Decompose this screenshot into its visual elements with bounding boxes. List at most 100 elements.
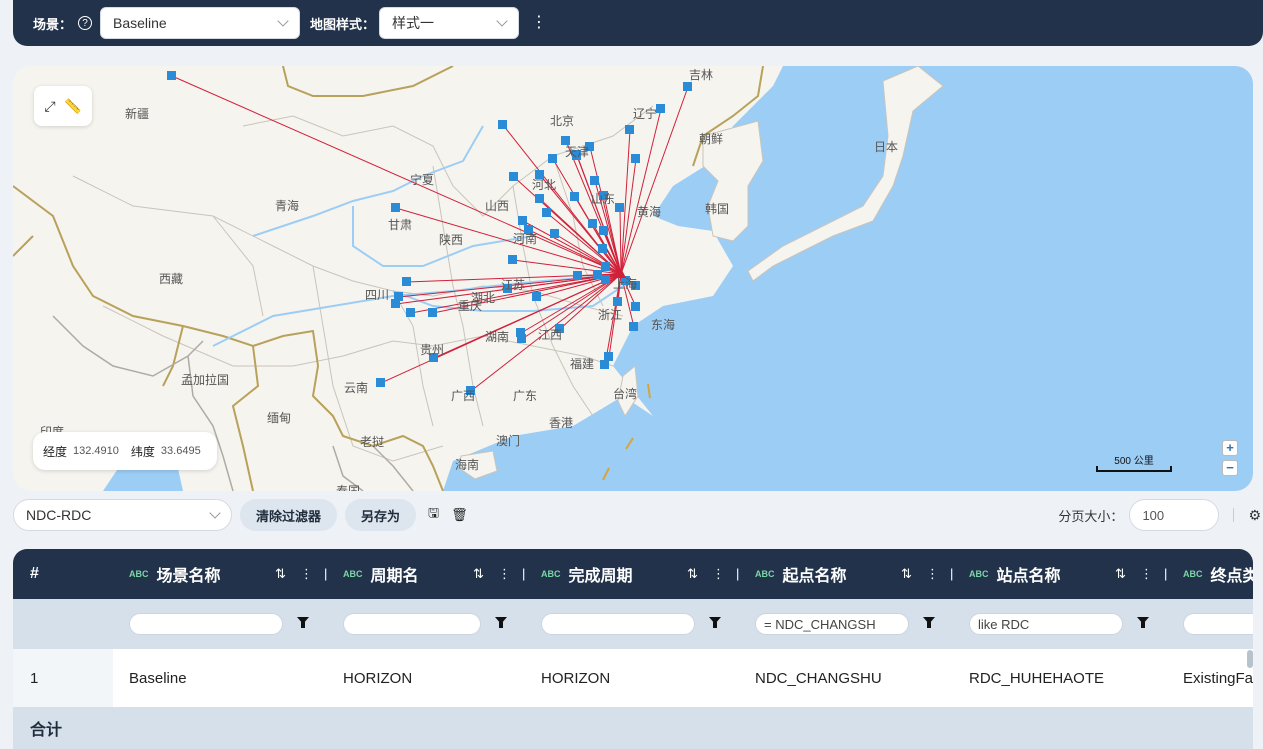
ruler-icon[interactable]: 📏	[64, 98, 81, 115]
delete-icon[interactable]: 🗑	[451, 507, 468, 523]
filter-funnel-icon[interactable]	[297, 617, 309, 628]
column-resize-handle[interactable]: |	[1164, 566, 1167, 581]
column-menu-icon[interactable]: ⋮	[498, 566, 511, 582]
site-marker[interactable]	[601, 262, 610, 271]
site-marker[interactable]	[376, 378, 385, 387]
site-marker[interactable]	[631, 302, 640, 311]
column-filter-input[interactable]: = NDC_CHANGSH	[755, 613, 909, 635]
map-style-select[interactable]: 样式一	[379, 7, 520, 39]
column-menu-icon[interactable]: ⋮	[926, 566, 939, 582]
map-label: 吉林	[689, 68, 713, 82]
sort-icon[interactable]: ⇅	[275, 566, 286, 582]
column-filter-input[interactable]	[1183, 613, 1253, 635]
site-marker[interactable]	[598, 244, 607, 253]
site-marker[interactable]	[391, 299, 400, 308]
site-marker[interactable]	[402, 277, 411, 286]
map-label: 孟加拉国	[181, 372, 229, 387]
map-canvas[interactable]: 新疆 吉林北京 辽宁朝鲜日本 天津宁夏青海甘肃 山西 河北山东黄海 韩国陕西 河南西藏四川 江苏…	[13, 66, 1253, 491]
scene-select[interactable]: Baseline	[100, 7, 301, 39]
map-label: 泰国	[336, 484, 360, 491]
site-marker[interactable]	[498, 120, 507, 129]
column-header[interactable]: ABC 站点名称	[969, 549, 1061, 599]
settings-gear-icon[interactable]: ⚙	[1248, 507, 1261, 524]
table-cell: RDC_HUHEHAOTE	[969, 669, 1105, 687]
site-marker[interactable]	[625, 125, 634, 134]
page-size-control: 分页大小： 100 ⚙	[1058, 499, 1263, 531]
site-marker[interactable]	[590, 176, 599, 185]
filter-funnel-icon[interactable]	[495, 617, 507, 628]
site-marker[interactable]	[391, 203, 400, 212]
map-label: 重庆	[458, 299, 482, 313]
sort-icon[interactable]: ⇅	[1115, 566, 1126, 582]
map-label: 缅甸	[267, 411, 291, 425]
column-menu-icon[interactable]: ⋮	[1140, 566, 1153, 582]
site-marker[interactable]	[629, 322, 638, 331]
site-marker[interactable]	[548, 154, 557, 163]
column-resize-handle[interactable]: |	[324, 566, 327, 581]
site-marker[interactable]	[593, 270, 602, 279]
site-marker[interactable]	[517, 334, 526, 343]
column-filter-input[interactable]	[541, 613, 695, 635]
sort-icon[interactable]: ⇅	[687, 566, 698, 582]
route-line	[171, 75, 622, 275]
fullscreen-icon[interactable]: ⤢	[44, 98, 55, 115]
column-header[interactable]: ABC 完成周期	[541, 549, 633, 599]
column-menu-icon[interactable]: ⋮	[300, 566, 313, 582]
column-header[interactable]: ABC 周期名	[343, 549, 419, 599]
column-menu-icon[interactable]: ⋮	[712, 566, 725, 582]
column-filter-input[interactable]	[129, 613, 283, 635]
save-icon[interactable]: 🖫	[428, 504, 439, 526]
map-view[interactable]: 新疆 吉林 北京 辽宁 朝鲜 日本 天津 宁夏 青海 甘肃 山西 河北 山东 黄海 韩国 陕西 河南 西藏 四川 江苏…	[13, 66, 1253, 491]
site-marker[interactable]	[615, 203, 624, 212]
column-label: 终点类	[1210, 568, 1254, 585]
view-select[interactable]: NDC-RDC	[13, 499, 232, 531]
zoom-in-button[interactable]: +	[1222, 440, 1238, 456]
site-marker[interactable]	[428, 308, 437, 317]
zoom-out-button[interactable]: −	[1222, 460, 1238, 476]
column-header[interactable]: ABC 终点类	[1183, 549, 1253, 599]
site-marker[interactable]	[683, 82, 692, 91]
sort-icon[interactable]: ⇅	[473, 566, 484, 582]
site-marker[interactable]	[599, 226, 608, 235]
type-badge: ABC	[541, 569, 561, 579]
site-marker[interactable]	[509, 172, 518, 181]
site-marker[interactable]	[167, 71, 176, 80]
site-marker[interactable]	[656, 104, 665, 113]
filter-funnel-icon[interactable]	[1137, 617, 1149, 628]
site-marker[interactable]	[631, 154, 640, 163]
filter-funnel-icon[interactable]	[709, 617, 721, 628]
help-icon[interactable]: ?	[78, 16, 93, 30]
site-marker[interactable]	[604, 352, 613, 361]
table-row[interactable]: 1 Baseline HORIZON HORIZON NDC_CHANGSHU …	[13, 649, 1253, 707]
map-label: 海南	[455, 457, 479, 472]
site-marker[interactable]	[561, 136, 570, 145]
column-filter-input[interactable]	[343, 613, 481, 635]
table-cell: NDC_CHANGSHU	[755, 669, 882, 687]
site-marker[interactable]	[518, 216, 527, 225]
column-filter-input[interactable]: like RDC	[969, 613, 1123, 635]
site-marker[interactable]	[573, 271, 582, 280]
site-marker[interactable]	[601, 275, 610, 284]
column-header[interactable]: ABC 场景名称	[129, 549, 221, 599]
column-header[interactable]: ABC 起点名称	[755, 549, 847, 599]
save-as-button[interactable]: 另存为	[345, 499, 417, 531]
column-resize-handle[interactable]: |	[522, 566, 525, 581]
site-marker[interactable]	[588, 219, 597, 228]
site-marker[interactable]	[508, 255, 517, 264]
column-resize-handle[interactable]: |	[950, 566, 953, 581]
site-marker[interactable]	[532, 292, 541, 301]
filter-funnel-icon[interactable]	[923, 617, 935, 628]
site-marker[interactable]	[542, 208, 551, 217]
site-marker[interactable]	[613, 297, 622, 306]
site-marker[interactable]	[550, 229, 559, 238]
site-marker[interactable]	[570, 192, 579, 201]
column-resize-handle[interactable]: |	[736, 566, 739, 581]
vertical-scrollbar[interactable]	[1247, 650, 1253, 668]
more-options-icon[interactable]: ⋮	[531, 15, 547, 31]
site-marker[interactable]	[600, 360, 609, 369]
site-marker[interactable]	[406, 308, 415, 317]
site-marker[interactable]	[535, 194, 544, 203]
sort-icon[interactable]: ⇅	[901, 566, 912, 582]
clear-filters-button[interactable]: 清除过滤器	[240, 499, 338, 531]
page-size-input[interactable]: 100	[1129, 499, 1220, 531]
